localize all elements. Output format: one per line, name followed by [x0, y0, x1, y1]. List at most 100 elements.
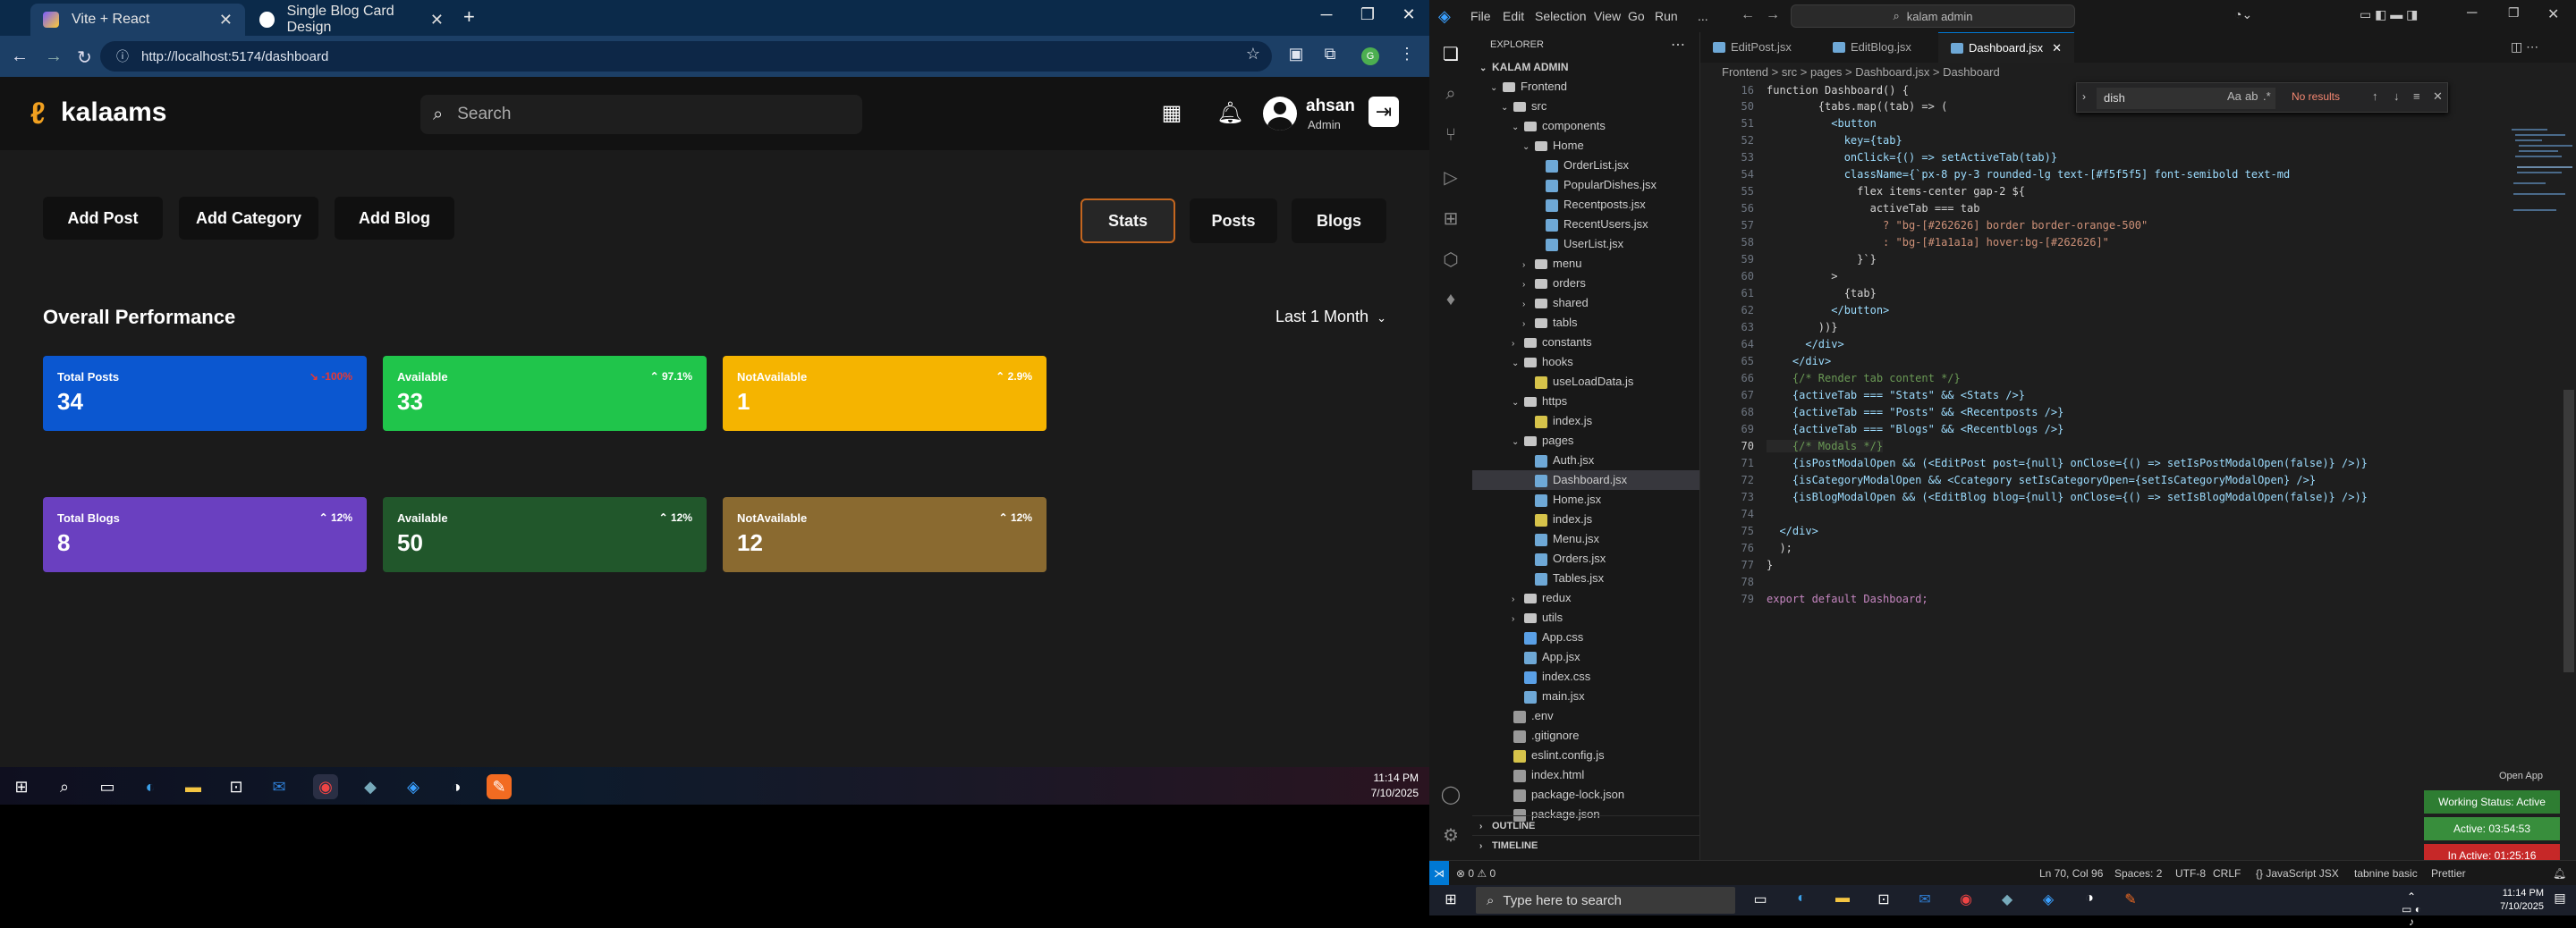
brand-logo[interactable]: ℓ kalaams: [30, 97, 166, 131]
outlook-icon[interactable]: ✉: [267, 774, 292, 799]
chrome-icon[interactable]: ◉: [313, 774, 338, 799]
code-editor[interactable]: 16 function Dashboard() {50 {tabs.map((ta…: [1700, 82, 2576, 862]
explorer-file[interactable]: index.css: [1472, 667, 1699, 687]
file-explorer-icon[interactable]: ▬: [181, 774, 206, 799]
task-view-icon[interactable]: ▭: [1750, 890, 1771, 910]
explorer-folder[interactable]: › constants: [1472, 333, 1699, 352]
tab-blogs[interactable]: Blogs: [1292, 198, 1386, 243]
regex-icon[interactable]: .*: [2263, 89, 2271, 103]
explorer-folder[interactable]: ⌄ Frontend: [1472, 77, 1699, 97]
minimap[interactable]: [2508, 125, 2576, 250]
close-tab-icon[interactable]: ✕: [219, 11, 233, 30]
explorer-file[interactable]: Home.jsx: [1472, 490, 1699, 510]
find-in-selection-icon[interactable]: ≡: [2413, 89, 2420, 103]
explorer-folder[interactable]: › orders: [1472, 274, 1699, 293]
app-icon[interactable]: ◆: [358, 774, 383, 799]
editor-tab-editpost[interactable]: EditPost.jsx: [1700, 32, 1820, 63]
windows-start-icon[interactable]: ⊞: [9, 774, 34, 799]
profile-avatar-icon[interactable]: G: [1361, 47, 1379, 65]
close-find-icon[interactable]: ✕: [2433, 89, 2443, 104]
explorer-folder[interactable]: ⌄ https: [1472, 392, 1699, 411]
vscode-icon[interactable]: ◈: [2038, 890, 2059, 910]
postman-icon[interactable]: ✎: [487, 774, 512, 799]
explorer-folder[interactable]: ⌄ src: [1472, 97, 1699, 116]
workspace-root[interactable]: ⌄ KALAM ADMIN: [1472, 57, 1699, 77]
windows-start-icon[interactable]: ⊞: [1440, 890, 1462, 910]
avatar[interactable]: [1263, 97, 1297, 131]
taskbar-clock[interactable]: 11:14 PM 7/10/2025: [2500, 887, 2544, 914]
store-icon[interactable]: ⊡: [224, 774, 249, 799]
browser-tab-vite[interactable]: Vite + React ✕: [30, 4, 245, 36]
explorer-folder[interactable]: › redux: [1472, 588, 1699, 608]
explorer-file[interactable]: index.js: [1472, 510, 1699, 529]
vscode-icon[interactable]: ◈: [401, 774, 426, 799]
browser-menu-icon[interactable]: ⋮: [1395, 45, 1419, 68]
add-category-button[interactable]: Add Category: [179, 197, 318, 240]
taskbar-search[interactable]: ⌕ Type here to search: [1476, 887, 1735, 914]
editor-scrollbar[interactable]: [2563, 390, 2574, 672]
source-control-icon[interactable]: ⑂: [1440, 125, 1462, 147]
url-field[interactable]: ⓘ http://localhost:5174/dashboard: [100, 41, 1272, 72]
explorer-folder[interactable]: ⌄ components: [1472, 116, 1699, 136]
timeline-section[interactable]: › TIMELINE: [1472, 835, 1699, 855]
explorer-folder[interactable]: › shared: [1472, 293, 1699, 313]
editor-tab-dashboard[interactable]: Dashboard.jsx ✕: [1938, 32, 2074, 63]
explorer-file[interactable]: Recentposts.jsx: [1472, 195, 1699, 215]
back-icon[interactable]: ←: [11, 46, 29, 67]
chrome-icon[interactable]: ◉: [1955, 890, 1977, 910]
back-icon[interactable]: ←: [1741, 7, 1755, 23]
taskbar-clock[interactable]: 11:14 PM 7/10/2025: [1371, 771, 1419, 801]
task-view-icon[interactable]: ▭: [95, 774, 120, 799]
menu-item[interactable]: Go: [1628, 9, 1645, 23]
problems-count[interactable]: ⊗ 0 ⚠ 0: [1456, 861, 1496, 886]
close-window-icon[interactable]: ✕: [1388, 5, 1429, 24]
menu-item[interactable]: Edit: [1503, 9, 1524, 23]
add-post-button[interactable]: Add Post: [43, 197, 163, 240]
open-app-link[interactable]: Open App: [2499, 771, 2543, 781]
command-center[interactable]: ⌕ kalam admin: [1791, 4, 2075, 28]
explorer-file[interactable]: OrderList.jsx: [1472, 156, 1699, 175]
explorer-file[interactable]: .gitignore: [1472, 726, 1699, 746]
tabnine-status[interactable]: tabnine basic: [2354, 861, 2418, 886]
explorer-folder[interactable]: ⌄ hooks: [1472, 352, 1699, 372]
close-tab-icon[interactable]: ✕: [2052, 41, 2062, 55]
explorer-folder[interactable]: ⌄ pages: [1472, 431, 1699, 451]
encoding[interactable]: UTF-8: [2175, 861, 2206, 886]
restore-icon[interactable]: ❐: [2508, 5, 2520, 21]
cursor-position[interactable]: Ln 70, Col 96: [2039, 861, 2103, 886]
minimize-icon[interactable]: ─: [2467, 5, 2477, 21]
browser-tab-blog-card[interactable]: Single Blog Card Design ✕: [247, 4, 456, 36]
grid-icon[interactable]: ▦: [1159, 100, 1184, 125]
edge-icon[interactable]: ◐: [1791, 890, 1812, 910]
explorer-file[interactable]: index.js: [1472, 411, 1699, 431]
explorer-file[interactable]: eslint.config.js: [1472, 746, 1699, 765]
explorer-file[interactable]: Auth.jsx: [1472, 451, 1699, 470]
explorer-file[interactable]: RecentUsers.jsx: [1472, 215, 1699, 234]
run-debug-icon[interactable]: ▷: [1440, 166, 1462, 188]
menu-item[interactable]: File: [1470, 9, 1491, 23]
explorer-file[interactable]: useLoadData.js: [1472, 372, 1699, 392]
menu-item[interactable]: ...: [1698, 9, 1708, 23]
close-window-icon[interactable]: ✕: [2547, 5, 2559, 23]
logout-icon[interactable]: ⇥: [1368, 97, 1399, 127]
working-status-badge[interactable]: Working Status: Active: [2424, 790, 2560, 814]
prettier-status[interactable]: Prettier: [2431, 861, 2466, 886]
match-case-icon[interactable]: Aa: [2227, 89, 2241, 103]
explorer-folder[interactable]: › tabls: [1472, 313, 1699, 333]
layout-icons[interactable]: ▭ ◧ ▬ ◨: [2360, 7, 2418, 22]
app-icon[interactable]: ◑: [444, 774, 469, 799]
outline-section[interactable]: › OUTLINE: [1472, 815, 1699, 835]
explorer-file[interactable]: App.css: [1472, 628, 1699, 647]
close-tab-icon[interactable]: ✕: [430, 11, 444, 30]
explorer-file[interactable]: Tables.jsx: [1472, 569, 1699, 588]
explorer-file[interactable]: index.html: [1472, 765, 1699, 785]
split-editor-icon[interactable]: ◫ ⋯: [2511, 39, 2538, 55]
edge-icon[interactable]: ◐: [138, 774, 163, 799]
leaf-icon[interactable]: ♦: [1440, 290, 1462, 311]
remote-indicator-icon[interactable]: ⋊: [1429, 861, 1449, 886]
search-icon[interactable]: ⌕: [52, 774, 77, 799]
extension-icon[interactable]: ▣: [1284, 45, 1308, 68]
line-ending[interactable]: CRLF: [2213, 861, 2241, 886]
bookmark-star-icon[interactable]: ☆: [1241, 45, 1265, 68]
copilot-icon[interactable]: ◔⌄: [2234, 7, 2252, 22]
